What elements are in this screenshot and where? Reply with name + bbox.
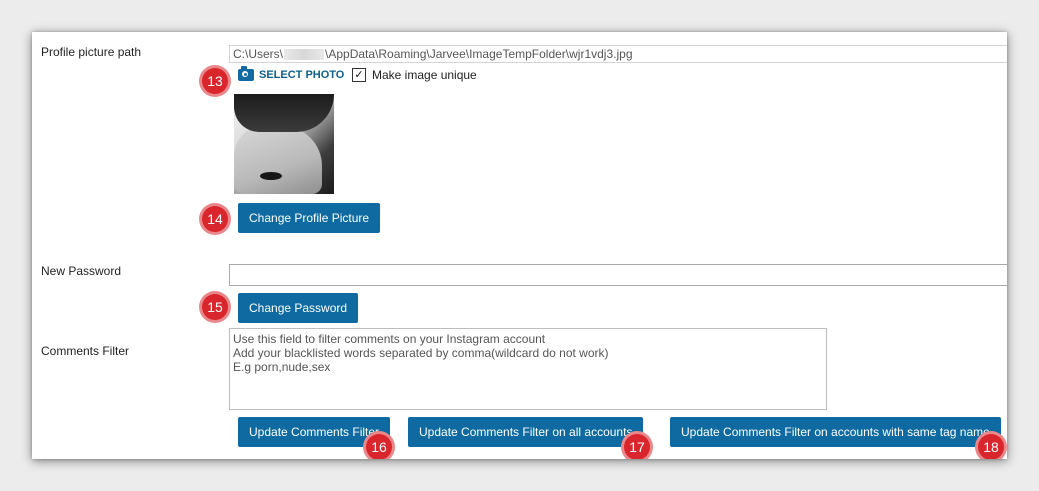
settings-panel: Profile picture path C:\Users\ \AppData\R… xyxy=(32,32,1007,459)
step-badge-14: 14 xyxy=(202,206,228,232)
change-profile-picture-button[interactable]: Change Profile Picture xyxy=(238,203,381,233)
new-password-input[interactable] xyxy=(229,264,1007,286)
profile-picture-path-field[interactable]: C:\Users\ \AppData\Roaming\Jarvee\ImageTe… xyxy=(229,45,1007,63)
comments-placeholder-line-1: Use this field to filter comments on you… xyxy=(233,332,546,346)
path-prefix: C:\Users\ xyxy=(233,47,284,61)
profile-photo-preview xyxy=(234,94,334,194)
path-suffix: \AppData\Roaming\Jarvee\ImageTempFolder\… xyxy=(325,47,633,61)
camera-icon xyxy=(238,66,254,81)
comments-placeholder-line-2: Add your blacklisted words separated by … xyxy=(233,346,609,360)
new-password-label: New Password xyxy=(41,264,122,278)
redacted-username xyxy=(284,49,325,61)
photo-hair xyxy=(234,94,334,132)
photo-face xyxy=(234,126,322,194)
step-badge-13: 13 xyxy=(202,68,228,94)
make-image-unique-label: Make image unique xyxy=(372,68,477,82)
change-password-button[interactable]: Change Password xyxy=(238,293,359,323)
update-comments-filter-all-accounts-button[interactable]: Update Comments Filter on all accounts xyxy=(408,417,644,447)
select-photo-label: SELECT PHOTO xyxy=(259,69,345,81)
step-badge-17: 17 xyxy=(624,434,650,459)
make-image-unique-option[interactable]: ✓ Make image unique xyxy=(352,68,477,82)
photo-eye xyxy=(260,172,282,180)
profile-picture-path-label: Profile picture path xyxy=(41,45,142,59)
step-badge-15: 15 xyxy=(202,294,228,320)
step-badge-18: 18 xyxy=(978,434,1004,459)
select-photo-button[interactable]: SELECT PHOTO xyxy=(238,66,345,81)
make-image-unique-checkbox[interactable]: ✓ xyxy=(352,68,366,82)
update-comments-filter-same-tag-button[interactable]: Update Comments Filter on accounts with … xyxy=(670,417,1001,447)
step-badge-16: 16 xyxy=(366,434,392,459)
comments-placeholder-line-3: E.g porn,nude,sex xyxy=(233,360,331,374)
comments-filter-textarea[interactable]: Use this field to filter comments on you… xyxy=(229,328,827,410)
comments-filter-label: Comments Filter xyxy=(41,344,130,358)
